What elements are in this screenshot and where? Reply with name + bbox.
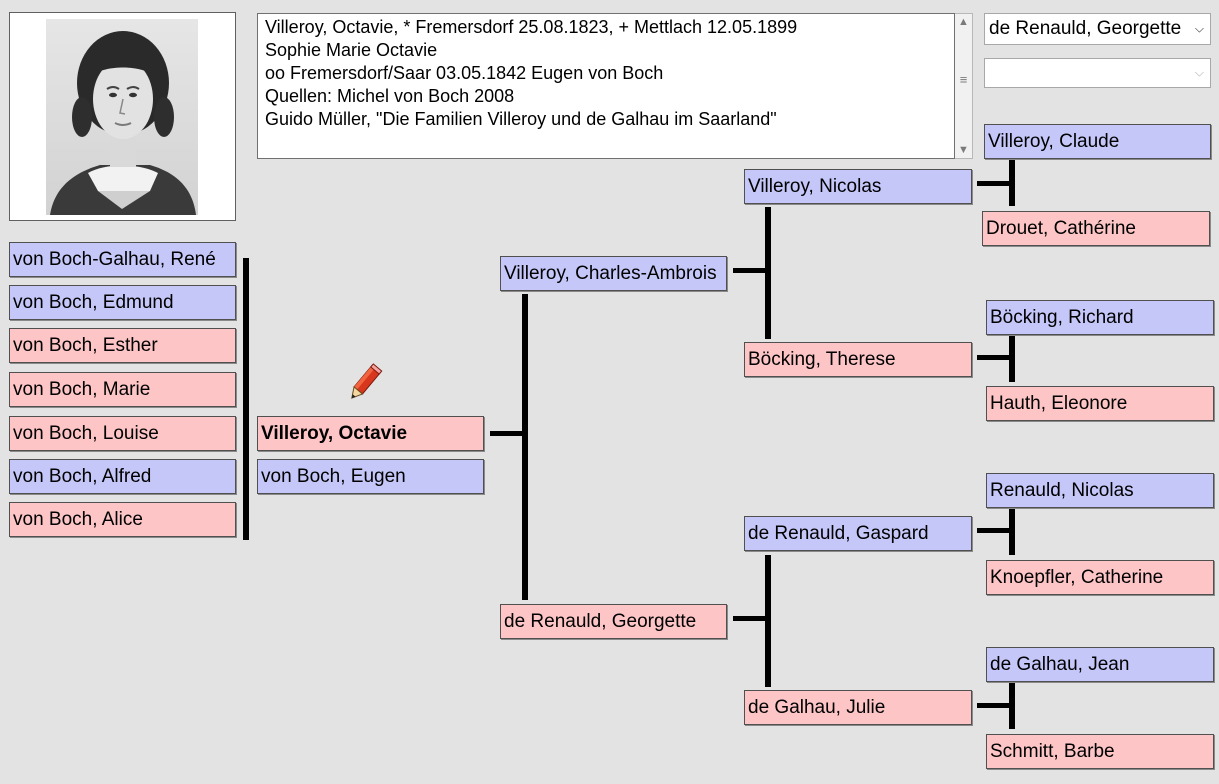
notes-textarea[interactable]: Villeroy, Octavie, * Fremersdorf 25.08.1… [257, 13, 955, 159]
father-name: Villeroy, Charles-Ambrois [504, 263, 717, 284]
child-name: von Boch, Alfred [13, 466, 152, 487]
secondary-select[interactable]: ⌵ [984, 58, 1211, 88]
mgf-connector [977, 528, 1013, 533]
great-grandparent-box[interactable]: Renauld, Nicolas [986, 473, 1214, 508]
great-grandparent-name: Villeroy, Claude [988, 131, 1120, 152]
great-grandparent-box[interactable]: Schmitt, Barbe [986, 734, 1214, 769]
mother-name: de Renauld, Georgette [504, 611, 697, 632]
parents-connector [522, 294, 528, 600]
paternal-grandmother-name: Böcking, Therese [748, 349, 896, 370]
maternal-grandfather-box[interactable]: de Renauld, Gaspard [744, 516, 972, 551]
child-box[interactable]: von Boch, Edmund [9, 285, 236, 320]
pgf-parents-connector [1009, 160, 1015, 206]
focus-connector [490, 431, 524, 436]
great-grandparent-name: Knoepfler, Catherine [990, 567, 1164, 588]
child-name: von Boch, Marie [13, 379, 151, 400]
child-name: von Boch, Alice [13, 509, 143, 530]
child-box[interactable]: von Boch, Esther [9, 328, 236, 363]
chevron-down-icon: ⌵ [1194, 21, 1204, 36]
father-connector [733, 268, 769, 273]
person-select-value: de Renauld, Georgette [989, 18, 1182, 39]
maternal-grandmother-box[interactable]: de Galhau, Julie [744, 690, 972, 725]
mgm-connector [977, 703, 1013, 708]
child-box[interactable]: von Boch-Galhau, René [9, 242, 236, 277]
pencil-edit-icon[interactable] [343, 362, 383, 406]
mother-parents-connector [765, 555, 771, 687]
focus-person-name: Villeroy, Octavie [261, 423, 408, 444]
father-box[interactable]: Villeroy, Charles-Ambrois [500, 256, 727, 291]
great-grandparent-box[interactable]: Villeroy, Claude [984, 124, 1211, 159]
maternal-grandmother-name: de Galhau, Julie [748, 697, 886, 718]
great-grandparent-name: Böcking, Richard [990, 307, 1134, 328]
pgm-parents-connector [1009, 336, 1015, 382]
great-grandparent-box[interactable]: de Galhau, Jean [986, 647, 1214, 682]
paternal-grandmother-box[interactable]: Böcking, Therese [744, 342, 972, 377]
mgf-parents-connector [1009, 509, 1015, 555]
spouse-name: von Boch, Eugen [261, 466, 406, 487]
great-grandparent-box[interactable]: Hauth, Eleonore [986, 386, 1214, 421]
great-grandparent-box[interactable]: Böcking, Richard [986, 300, 1214, 335]
notes-line: oo Fremersdorf/Saar 03.05.1842 Eugen von… [265, 63, 664, 83]
notes-line: Guido Müller, "Die Familien Villeroy und… [265, 109, 777, 129]
great-grandparent-name: de Galhau, Jean [990, 654, 1130, 675]
focus-person-box[interactable]: Villeroy, Octavie [257, 416, 484, 451]
father-parents-connector [765, 207, 771, 339]
scroll-down-icon[interactable]: ▼ [955, 144, 972, 156]
pgm-connector [977, 355, 1013, 360]
child-box[interactable]: von Boch, Louise [9, 416, 236, 451]
child-box[interactable]: von Boch, Alice [9, 502, 236, 537]
maternal-grandfather-name: de Renauld, Gaspard [748, 523, 929, 544]
great-grandparent-name: Renauld, Nicolas [990, 480, 1134, 501]
notes-line: Villeroy, Octavie, * Fremersdorf 25.08.1… [265, 17, 798, 37]
children-connector [243, 258, 249, 540]
pgf-connector [977, 181, 1013, 186]
scroll-up-icon[interactable]: ▲ [955, 16, 972, 28]
paternal-grandfather-name: Villeroy, Nicolas [748, 176, 882, 197]
child-box[interactable]: von Boch, Alfred [9, 459, 236, 494]
great-grandparent-box[interactable]: Drouet, Cathérine [982, 211, 1210, 246]
mother-box[interactable]: de Renauld, Georgette [500, 604, 727, 639]
mother-connector [733, 616, 769, 621]
mgm-parents-connector [1009, 683, 1015, 729]
notes-line: Quellen: Michel von Boch 2008 [265, 86, 515, 106]
great-grandparent-name: Schmitt, Barbe [990, 741, 1115, 762]
portrait-photo [9, 12, 236, 221]
scroll-thumb-icon[interactable]: ≡ [955, 72, 972, 87]
child-name: von Boch, Edmund [13, 292, 174, 313]
great-grandparent-name: Hauth, Eleonore [990, 393, 1128, 414]
spouse-box[interactable]: von Boch, Eugen [257, 459, 484, 494]
child-box[interactable]: von Boch, Marie [9, 372, 236, 407]
child-name: von Boch-Galhau, René [13, 249, 216, 270]
person-select[interactable]: de Renauld, Georgette ⌵ [984, 13, 1211, 45]
great-grandparent-name: Drouet, Cathérine [986, 218, 1136, 239]
great-grandparent-box[interactable]: Knoepfler, Catherine [986, 560, 1214, 595]
notes-scrollbar[interactable]: ▲ ≡ ▼ [955, 13, 973, 159]
notes-line: Sophie Marie Octavie [265, 40, 438, 60]
paternal-grandfather-box[interactable]: Villeroy, Nicolas [744, 169, 972, 204]
chevron-down-icon: ⌵ [1194, 65, 1204, 80]
child-name: von Boch, Louise [13, 423, 159, 444]
child-name: von Boch, Esther [13, 335, 158, 356]
